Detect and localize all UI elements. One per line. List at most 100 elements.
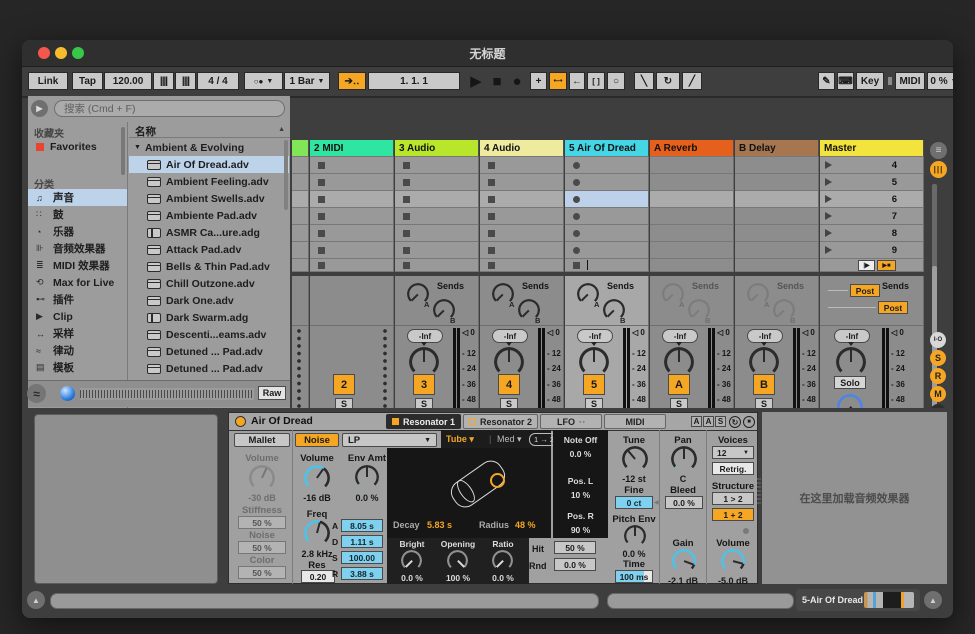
stop-button[interactable]: ■ <box>488 72 506 90</box>
clip-slot[interactable] <box>395 174 479 191</box>
track-header-A Reverb[interactable]: A Reverb <box>650 140 734 157</box>
reenable-automation-button[interactable]: ← <box>569 72 585 90</box>
hot-swap-icon[interactable]: ↻ <box>729 416 741 428</box>
clip-slot[interactable] <box>565 191 649 208</box>
mallet-volume-value[interactable]: -30 dB <box>234 493 290 503</box>
tune-knob[interactable] <box>622 446 648 472</box>
resonator-quality-select[interactable]: Med ▾ <box>497 434 522 445</box>
hit-field[interactable]: 50 % <box>554 541 596 554</box>
track-activator-button[interactable]: A <box>668 374 690 395</box>
clip-stop-row-cell[interactable] <box>565 259 649 272</box>
opening-knob[interactable] <box>447 550 468 571</box>
bleed-field[interactable]: 0.0 % <box>665 496 703 509</box>
clip-slot[interactable] <box>292 242 309 259</box>
device-activator-led[interactable] <box>235 416 246 427</box>
scene-slot[interactable]: 8 <box>820 225 924 242</box>
mallet-toggle-button[interactable]: Mallet <box>234 433 290 447</box>
mallet-volume-knob[interactable] <box>249 465 275 491</box>
mixer-section-toggle-returns[interactable]: R <box>930 368 946 384</box>
clip-slot[interactable] <box>395 208 479 225</box>
adsr-d-field[interactable]: 1.11 s <box>341 535 383 548</box>
res-field[interactable]: 0.20 <box>301 570 335 583</box>
clip-stop-row-cell[interactable] <box>310 259 394 272</box>
retrigger-button[interactable]: Retrig. <box>712 462 754 475</box>
clip-stop-row-cell[interactable] <box>650 259 734 272</box>
computer-midi-keyboard-button[interactable]: ⌨ <box>837 72 854 90</box>
track-header-2 MIDI[interactable]: 2 MIDI <box>310 140 394 157</box>
pitch-env-knob[interactable] <box>624 525 646 547</box>
adsr-a-field[interactable]: 8.05 s <box>341 519 383 532</box>
clip-slot[interactable] <box>480 191 564 208</box>
stop-all-clips-button[interactable]: ▶■ <box>877 260 896 271</box>
peak-level-display[interactable]: -Inf <box>662 329 698 343</box>
peak-level-display[interactable]: -Inf <box>747 329 783 343</box>
pan-knob[interactable] <box>671 446 697 472</box>
track-header-Master[interactable]: Master <box>820 140 924 157</box>
note-off-value[interactable]: 0.0 % <box>553 449 608 459</box>
stiffness-slider[interactable]: 50 % <box>238 516 286 529</box>
clip-stop-row-cell[interactable] <box>395 259 479 272</box>
clip-slot[interactable] <box>310 174 394 191</box>
cpu-meter[interactable]: 0 %▼ <box>927 72 953 90</box>
clip-slot[interactable] <box>565 242 649 259</box>
scene-slot[interactable]: 4 <box>820 157 924 174</box>
show-info-view-icon[interactable]: ▲ <box>27 591 45 609</box>
clip-slot[interactable] <box>395 225 479 242</box>
gain-value[interactable]: -2.1 dB <box>661 576 705 586</box>
clip-stop-row-cell[interactable] <box>292 259 309 272</box>
track-volume-knob[interactable] <box>409 347 439 377</box>
track-volume-knob[interactable] <box>749 347 779 377</box>
structure-parallel-button[interactable]: 1 + 2 <box>712 508 754 521</box>
time-field[interactable]: 100 ms <box>615 570 653 583</box>
master-volume-knob[interactable] <box>836 347 866 377</box>
track-activator-button[interactable]: 4 <box>498 374 520 395</box>
loop-button[interactable]: ↻ <box>656 72 680 90</box>
filter-type-select[interactable]: LP▼ <box>342 433 437 447</box>
fine-spinner-icon[interactable]: ◀ <box>654 499 659 506</box>
peak-level-display[interactable]: -Inf <box>492 329 528 343</box>
track-header-4 Audio[interactable]: 4 Audio <box>480 140 564 157</box>
pitch-env-value[interactable]: 0.0 % <box>611 549 657 559</box>
clip-slot[interactable] <box>480 157 564 174</box>
link-button[interactable]: Link <box>28 72 68 90</box>
adsr-s-field[interactable]: 100.00 <box>341 551 383 564</box>
gain-knob[interactable] <box>672 549 696 573</box>
clip-slot[interactable] <box>480 174 564 191</box>
clip-slot[interactable] <box>480 208 564 225</box>
track-activator-button[interactable]: 2 <box>333 374 355 395</box>
clip-slot[interactable] <box>650 157 734 174</box>
pickup-position-icon[interactable] <box>490 473 505 488</box>
nudge-up-button[interactable]: |||| <box>175 72 196 90</box>
fine-field[interactable]: 0 ct <box>615 496 653 509</box>
solo-cue-button[interactable]: Solo <box>834 376 866 389</box>
clip-slot[interactable] <box>310 157 394 174</box>
clip-slot[interactable] <box>565 225 649 242</box>
clip-slot[interactable] <box>650 191 734 208</box>
show-detail-view-icon[interactable]: ▲ <box>924 591 942 609</box>
metronome-button[interactable]: ○●▼ <box>244 72 283 90</box>
clip-slot[interactable] <box>292 225 309 242</box>
punch-out-button[interactable]: ╱ <box>682 72 702 90</box>
clip-slot[interactable] <box>292 174 309 191</box>
key-map-button[interactable]: Key <box>856 72 884 90</box>
save-preset-icon[interactable]: ■ <box>743 416 755 428</box>
punch-in-button[interactable]: ╲ <box>634 72 654 90</box>
pos-r-value[interactable]: 90 % <box>553 525 608 535</box>
midi-map-button[interactable]: MIDI <box>895 72 925 90</box>
mixer-section-toggle-mixer[interactable]: M <box>930 386 946 402</box>
clip-slot[interactable] <box>310 242 394 259</box>
tap-tempo-button[interactable]: Tap <box>72 72 103 90</box>
midi-overdub-button[interactable]: + <box>530 72 547 90</box>
env-amt-value[interactable]: 0.0 % <box>342 493 392 503</box>
track-header-B Delay[interactable]: B Delay <box>735 140 819 157</box>
clip-slot[interactable] <box>650 174 734 191</box>
arrangement-position-field[interactable]: 1. 1. 1 <box>368 72 460 90</box>
scene-slot[interactable]: 6 <box>820 191 924 208</box>
mixer-section-toggle-io[interactable]: I-O <box>930 332 946 348</box>
radius-value[interactable]: 48 % <box>515 520 536 530</box>
bright-value[interactable]: 0.0 % <box>387 573 437 583</box>
ratio-knob[interactable] <box>492 550 513 571</box>
opening-value[interactable]: 100 % <box>433 573 483 583</box>
back-to-arrangement-button[interactable]: |▶ <box>858 260 875 271</box>
nudge-down-button[interactable]: |||| <box>153 72 174 90</box>
